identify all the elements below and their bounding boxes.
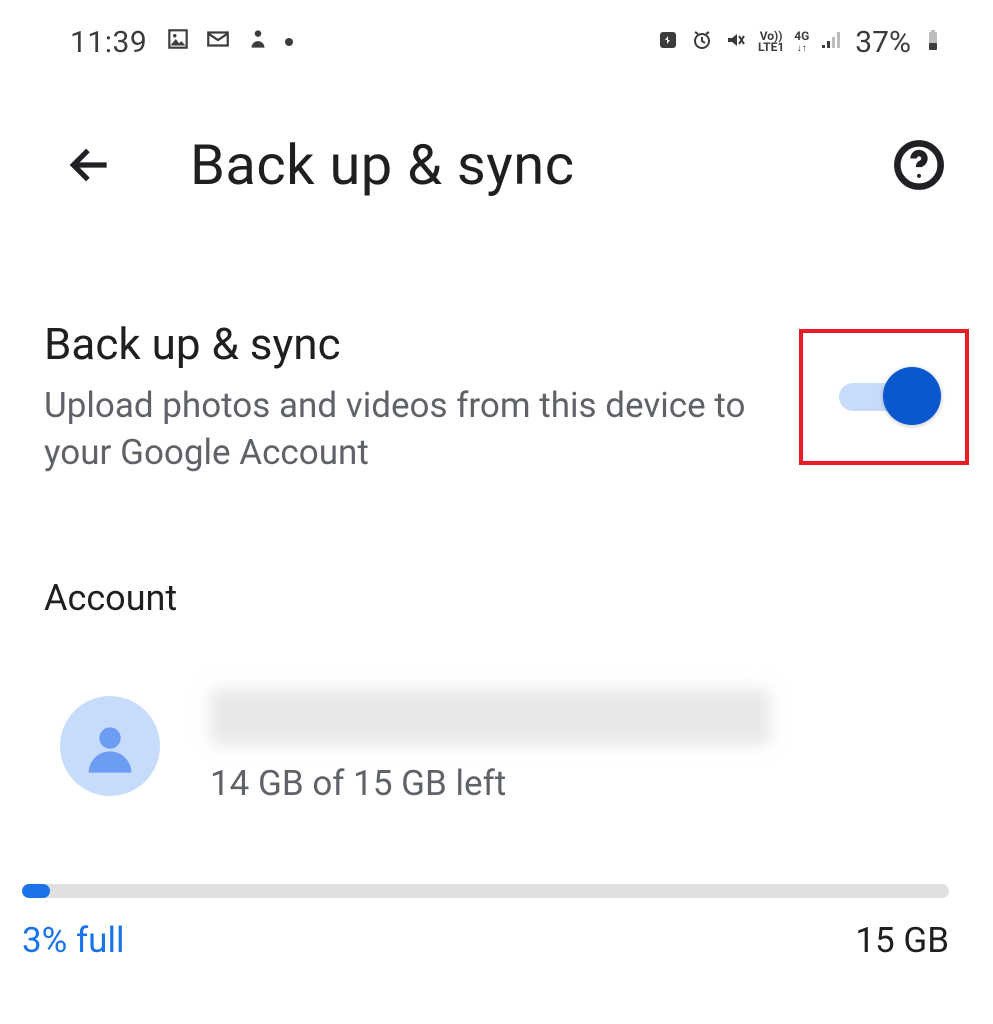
toggle-thumb (883, 367, 941, 425)
back-arrow-icon (65, 140, 115, 190)
status-bar: 11:39 Vo)) LTE1 4G ↓↑ (0, 0, 993, 62)
page-title: Back up & sync (120, 132, 889, 198)
help-icon (893, 139, 945, 191)
battery-icon (921, 26, 945, 59)
more-notifications-icon (285, 38, 293, 46)
storage-total: 15 GB (855, 920, 949, 961)
highlight-annotation-box (799, 329, 969, 465)
help-button[interactable] (889, 135, 949, 195)
data-saver-icon (656, 26, 680, 59)
status-bar-right: Vo)) LTE1 4G ↓↑ 37% (656, 25, 945, 60)
backup-sync-setting-row[interactable]: Back up & sync Upload photos and videos … (0, 238, 993, 477)
account-email-redacted (210, 689, 770, 745)
gmail-icon (205, 25, 231, 60)
backup-sync-toggle[interactable] (839, 367, 939, 427)
storage-usage-block: 3% full 15 GB (0, 804, 993, 961)
storage-progress-fill (22, 884, 50, 898)
volte-indicator: Vo)) LTE1 (758, 31, 784, 53)
account-avatar (60, 696, 160, 796)
account-section-label: Account (0, 477, 993, 619)
backup-sync-subtitle: Upload photos and videos from this devic… (44, 382, 779, 477)
storage-percent-full: 3% full (22, 920, 124, 961)
mute-vibrate-icon (724, 26, 748, 59)
status-bar-left: 11:39 (70, 25, 293, 60)
account-storage-left: 14 GB of 15 GB left (210, 763, 949, 804)
back-button[interactable] (60, 135, 120, 195)
storage-progress-bar (22, 884, 949, 898)
person-notification-icon (245, 25, 271, 60)
account-row[interactable]: 14 GB of 15 GB left (0, 619, 993, 804)
signal-icon (819, 26, 843, 59)
network-type-indicator: 4G ↓↑ (794, 31, 809, 54)
alarm-icon (690, 26, 714, 59)
battery-percentage: 37% (855, 25, 911, 60)
image-icon (165, 25, 191, 60)
avatar-person-icon (78, 714, 142, 778)
backup-sync-title: Back up & sync (44, 318, 779, 370)
app-bar: Back up & sync (0, 62, 993, 238)
status-clock: 11:39 (70, 25, 147, 60)
